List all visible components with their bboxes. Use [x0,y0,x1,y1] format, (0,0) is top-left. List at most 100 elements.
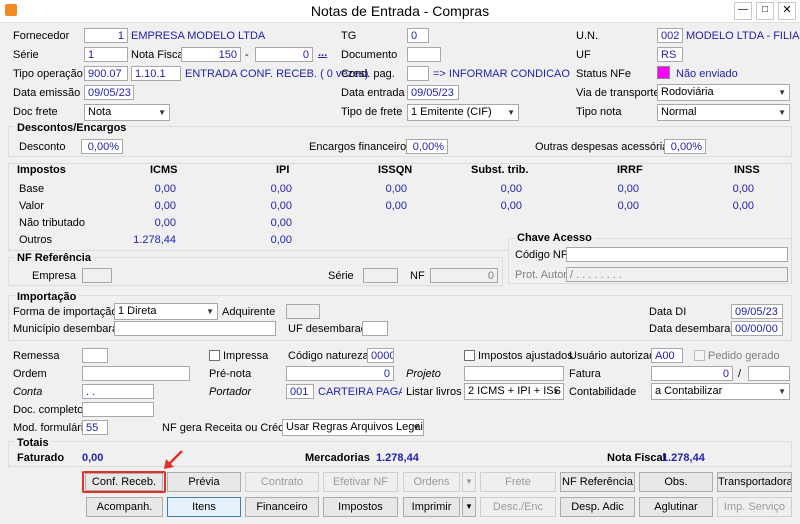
base-irrf: 0,00 [617,183,639,195]
data-di-input[interactable]: 09/05/23 [731,304,783,319]
financeiro-button[interactable]: Financeiro [245,497,319,517]
imprimir-button[interactable]: Imprimir [403,497,460,517]
imprimir-dropdown-button[interactable]: ▼ [462,497,476,517]
totais-title: Totais [15,437,51,450]
pre-nota-input[interactable]: 0 [286,366,394,381]
doc-completo-label: Doc. completo [13,404,84,416]
codigo-nfe-input[interactable] [566,247,788,262]
fatura-input[interactable]: 0 [651,366,733,381]
tipo-nota-select[interactable]: Normal ▼ [657,104,790,121]
ordens-dropdown-button[interactable]: ▼ [462,472,476,492]
remessa-label: Remessa [13,350,60,362]
desc-enc-button[interactable]: Desc./Enc [480,497,556,517]
uf-desembaraco-label: UF desembaraço [288,323,373,335]
ordem-input[interactable] [82,366,190,381]
col-inss: INSS [734,164,760,176]
pedido-gerado-checkbox[interactable] [694,350,705,361]
adquirente-input[interactable] [286,304,320,319]
doc-completo-input[interactable] [82,402,154,417]
red-arrow-annotation [164,450,183,469]
chevron-down-icon: ▼ [778,108,786,117]
previa-button[interactable]: Prévia [167,472,241,492]
nf-ref-nf-input[interactable]: 0 [430,268,498,283]
documento-input[interactable] [407,47,441,62]
efetivar-nf-button[interactable]: Efetivar NF [323,472,398,492]
impostos-button[interactable]: Impostos [323,497,398,517]
aglutinar-button[interactable]: Aglutinar [639,497,713,517]
itens-button[interactable]: Itens [167,497,241,517]
data-emissao-input[interactable]: 09/05/23 [84,85,134,100]
imp-servico-button[interactable]: Imp. Serviço [717,497,792,517]
tipo-nota-label: Tipo nota [576,106,622,118]
tg-input[interactable]: 0 [407,28,429,43]
nf-gera-select[interactable]: Usar Regras Arquivos Legais ▼ [282,419,424,436]
valor-subst: 0,00 [500,200,522,212]
via-transporte-label: Via de transporte [576,87,660,99]
outros-icms: 1.278,44 [133,234,176,246]
un-code-input[interactable]: 002 [657,28,683,43]
tipo-operacao-cfop-input[interactable]: 1.10.1 [131,66,181,81]
chevron-down-icon: ▼ [465,502,473,511]
conta-label: Conta [13,386,43,398]
portador-code-input[interactable]: 001 [286,384,314,399]
tipo-operacao-code-input[interactable]: 900.07 [84,66,128,81]
cond-pag-label: Cond. pag. [341,68,395,80]
obs-button[interactable]: Obs. [639,472,713,492]
codigo-natureza-input[interactable]: 0000 [367,348,394,363]
municipio-desembaraco-input[interactable] [114,321,276,336]
transportadora-button[interactable]: Transportadora [717,472,792,492]
impostos-ajustados-checkbox[interactable] [464,350,475,361]
encargos-input[interactable]: 0,00% [406,139,448,154]
listar-livros-select[interactable]: 2 ICMS + IPI + ISS ▼ [464,383,564,400]
remessa-input[interactable] [82,348,108,363]
desconto-input[interactable]: 0,00% [81,139,123,154]
close-button[interactable]: ✕ [778,2,796,20]
cond-pag-input[interactable] [407,66,429,81]
nf-ref-serie-input[interactable] [363,268,398,283]
data-entrada-input[interactable]: 09/05/23 [407,85,459,100]
fornecedor-name: EMPRESA MODELO LTDA [131,30,266,42]
uf-desembaraco-input[interactable] [362,321,388,336]
nota-fiscal-input[interactable]: 150 [181,47,241,62]
frete-button[interactable]: Frete [480,472,556,492]
fornecedor-label: Fornecedor [13,30,70,42]
nota-fiscal-total-value: 1.278,44 [662,452,705,464]
ordens-button[interactable]: Ordens [403,472,460,492]
status-nfe-value: Não enviado [676,68,738,80]
serie-input[interactable]: 1 [84,47,128,62]
fornecedor-code-input[interactable]: 1 [84,28,128,43]
contabilidade-select[interactable]: a Contabilizar ▼ [651,383,790,400]
chevron-down-icon: ▼ [507,108,515,117]
empresa-input[interactable] [82,268,112,283]
outras-despesas-input[interactable]: 0,00% [664,139,706,154]
valor-irrf: 0,00 [617,200,639,212]
conf-receb-button[interactable]: Conf. Receb. [85,473,163,491]
mod-formulario-input[interactable]: 55 [82,420,108,435]
tipo-frete-select[interactable]: 1 Emitente (CIF) ▼ [407,104,519,121]
nota-suffix-input[interactable]: 0 [255,47,313,62]
via-transporte-select[interactable]: Rodoviária ▼ [657,84,790,101]
col-icms: ICMS [150,164,178,176]
maximize-button[interactable]: □ [756,2,774,20]
impostos-ajustados-label: Impostos ajustados [478,350,573,362]
data-desembaraco-input[interactable]: 00/00/00 [731,321,783,336]
projeto-input[interactable] [464,366,564,381]
nota-ellipsis-button[interactable]: ... [318,46,327,60]
acompanh-button[interactable]: Acompanh. [86,497,163,517]
impressa-checkbox[interactable] [209,350,220,361]
prot-autor-input[interactable]: / . . . . . . . . [566,267,788,282]
nf-referencia-button[interactable]: NF Referência [560,472,635,492]
documento-label: Documento [341,49,398,61]
conta-input[interactable]: . . [82,384,154,399]
nf-referencia-title: NF Referência [15,252,93,265]
fatura-suffix-input[interactable] [748,366,790,381]
mod-formulario-label: Mod. formulário [13,422,90,434]
doc-frete-select[interactable]: Nota ▼ [84,104,170,121]
contrato-button[interactable]: Contrato [245,472,319,492]
minimize-button[interactable]: — [734,2,752,20]
desp-adic-button[interactable]: Desp. Adic [560,497,635,517]
forma-importacao-select[interactable]: 1 Direta ▼ [114,303,218,320]
usuario-autorizado-input[interactable]: A00 [651,348,683,363]
chevron-down-icon: ▼ [158,108,166,117]
uf-input[interactable]: RS [657,47,683,62]
